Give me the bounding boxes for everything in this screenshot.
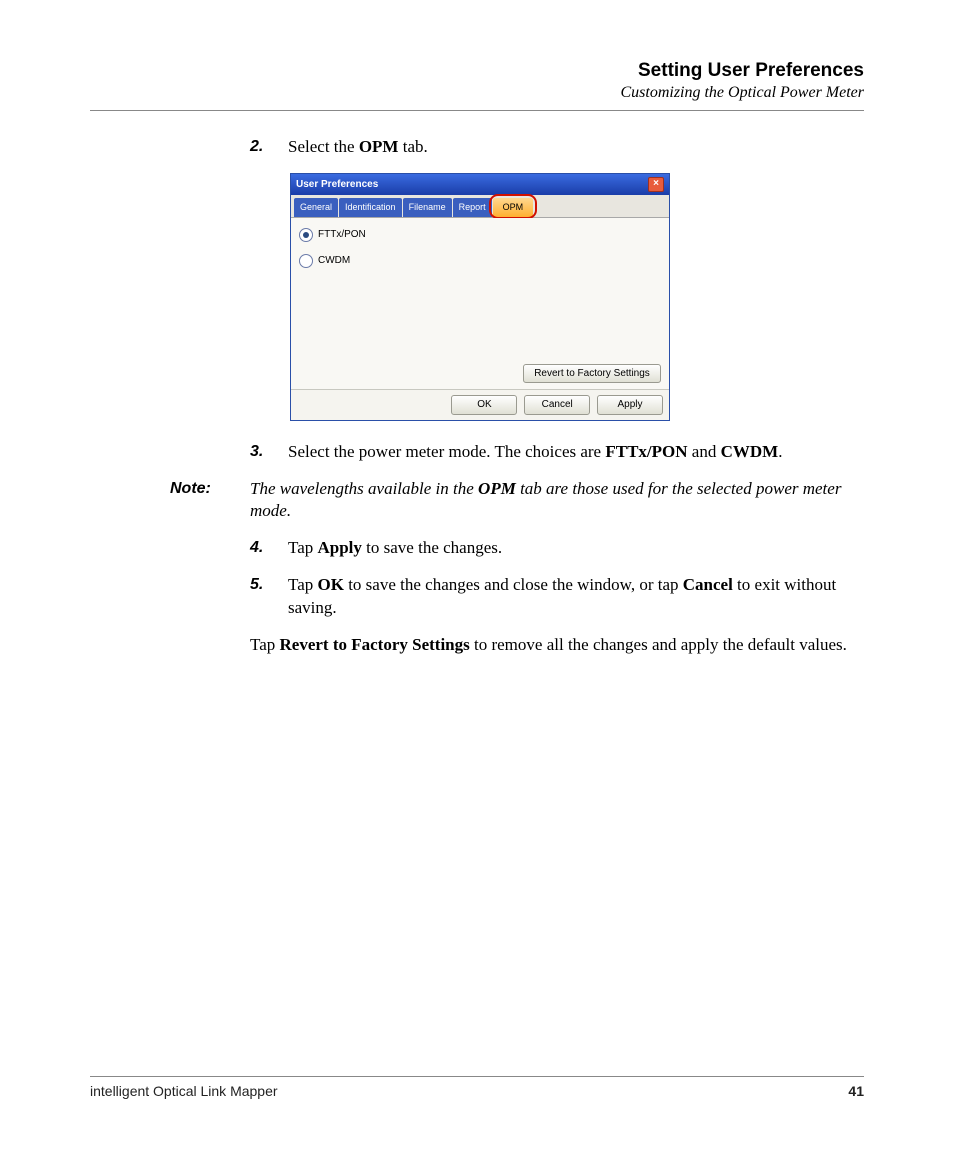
revert-paragraph: Tap Revert to Factory Settings to remove… [250,634,864,657]
tab-strip: General Identification Filename Report O… [291,195,669,218]
para-text-bold: Revert to Factory Settings [280,635,470,654]
chapter-subtitle: Customizing the Optical Power Meter [90,84,864,102]
step-text-part: Tap [288,575,318,594]
step-text-part: Select the [288,137,359,156]
page-header: Setting User Preferences Customizing the… [90,60,864,102]
dialog-titlebar: User Preferences × [291,174,669,195]
step-text-bold: Cancel [683,575,733,594]
page-footer: intelligent Optical Link Mapper 41 [90,1076,864,1099]
revert-button[interactable]: Revert to Factory Settings [523,364,661,384]
cancel-button[interactable]: Cancel [524,395,590,415]
step-text-bold: OPM [359,137,399,156]
step-text-bold: Apply [318,538,362,557]
note-text-part: The wavelengths available in the [250,479,478,498]
radio-fttx-pon[interactable]: FTTx/PON [299,228,661,242]
tab-opm[interactable]: OPM [493,198,534,217]
step-text-part: Tap [288,538,318,557]
body-content: 2. Select the OPM tab. User Preferences … [250,136,864,464]
step-text-part: to save the changes and close the window… [344,575,683,594]
radio-icon [299,254,313,268]
tab-general[interactable]: General [294,198,338,217]
step-5: 5. Tap OK to save the changes and close … [250,574,864,620]
body-content-continued: 4. Tap Apply to save the changes. 5. Tap… [250,537,864,657]
note-label: Note: [170,478,211,500]
close-icon[interactable]: × [648,177,664,192]
tab-opm-label: OPM [503,202,524,212]
step-text-bold: OK [318,575,344,594]
step-text-part: . [778,442,782,461]
para-text-part: to remove all the changes and apply the … [470,635,847,654]
step-text-bold: FTTx/PON [605,442,687,461]
screenshot-dialog: User Preferences × General Identificatio… [290,173,864,421]
step-2: 2. Select the OPM tab. [250,136,864,159]
step-number: 2. [250,136,263,158]
step-number: 5. [250,574,263,596]
radio-icon [299,228,313,242]
step-3: 3. Select the power meter mode. The choi… [250,441,864,464]
note-text-bold: OPM [478,479,516,498]
ok-button[interactable]: OK [451,395,517,415]
step-number: 3. [250,441,263,463]
footer-product: intelligent Optical Link Mapper [90,1083,278,1099]
header-rule [90,110,864,111]
radio-label: CWDM [318,254,350,268]
dialog-title-text: User Preferences [296,178,378,192]
chapter-title: Setting User Preferences [90,60,864,82]
step-text-part: and [688,442,721,461]
note-block: Note: The wavelengths available in the O… [170,478,864,524]
revert-row: Revert to Factory Settings [519,364,661,384]
tab-body: FTTx/PON CWDM Revert to Factory Settings [291,218,669,389]
radio-label: FTTx/PON [318,228,366,242]
page-number: 41 [848,1083,864,1099]
step-text-part: to save the changes. [362,538,502,557]
user-preferences-dialog: User Preferences × General Identificatio… [290,173,670,421]
apply-button[interactable]: Apply [597,395,663,415]
radio-cwdm[interactable]: CWDM [299,254,661,268]
tab-identification[interactable]: Identification [339,198,402,217]
para-text-part: Tap [250,635,280,654]
dialog-button-bar: OK Cancel Apply [291,389,669,420]
tab-filename[interactable]: Filename [403,198,452,217]
step-text-bold: CWDM [721,442,779,461]
step-4: 4. Tap Apply to save the changes. [250,537,864,560]
step-text-part: tab. [398,137,427,156]
tab-report[interactable]: Report [453,198,492,217]
step-number: 4. [250,537,263,559]
note-body: The wavelengths available in the OPM tab… [170,478,864,524]
step-text-part: Select the power meter mode. The choices… [288,442,605,461]
